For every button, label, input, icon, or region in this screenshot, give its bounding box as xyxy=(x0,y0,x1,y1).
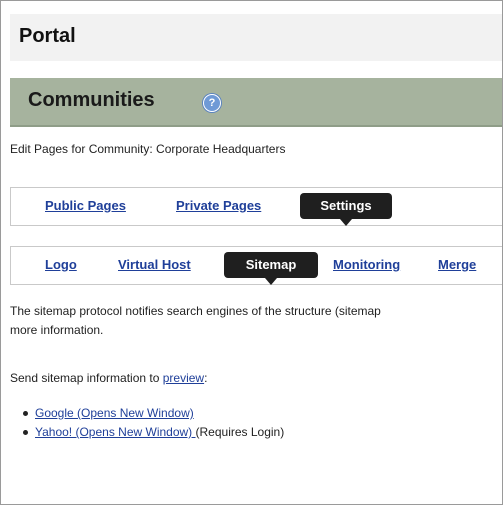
tab-public-pages[interactable]: Public Pages xyxy=(45,198,126,213)
send-prefix: Send sitemap information to xyxy=(10,371,163,385)
communities-header: Communities ? xyxy=(10,78,502,127)
help-icon[interactable]: ? xyxy=(203,94,221,112)
bullet xyxy=(23,411,28,416)
edit-pages-label: Edit Pages for Community: Corporate Head… xyxy=(10,142,286,156)
list-item: Google (Opens New Window) xyxy=(21,404,284,423)
tab-logo[interactable]: Logo xyxy=(45,257,77,272)
portal-window: Portal Communities ? Edit Pages for Comm… xyxy=(0,0,503,505)
description-line-2: more information. xyxy=(10,323,104,337)
portal-title: Portal xyxy=(19,25,76,47)
tab-private-pages[interactable]: Private Pages xyxy=(176,198,261,213)
send-suffix: : xyxy=(204,371,208,385)
tab-virtual-host[interactable]: Virtual Host xyxy=(118,257,191,272)
requires-login-note: (Requires Login) xyxy=(195,425,285,439)
search-engine-list: Google (Opens New Window) Yahoo! (Opens … xyxy=(21,404,284,442)
tab-sitemap[interactable]: Sitemap xyxy=(224,252,318,285)
tab-monitoring[interactable]: Monitoring xyxy=(333,257,400,272)
send-sitemap-text: Send sitemap information to preview: xyxy=(10,371,207,385)
list-item: Yahoo! (Opens New Window) (Requires Logi… xyxy=(21,423,284,442)
page-tabs: Public Pages Private Pages Settings xyxy=(10,187,502,226)
settings-tabs: Logo Virtual Host Sitemap Monitoring Mer… xyxy=(10,246,502,285)
description-line-1: The sitemap protocol notifies search eng… xyxy=(10,304,381,318)
google-link[interactable]: Google (Opens New Window) xyxy=(35,406,194,420)
portal-header: Portal xyxy=(10,14,502,61)
sitemap-description: The sitemap protocol notifies search eng… xyxy=(10,302,500,340)
communities-title: Communities xyxy=(28,89,155,111)
yahoo-link[interactable]: Yahoo! (Opens New Window) xyxy=(35,425,196,439)
preview-link[interactable]: preview xyxy=(163,371,204,385)
tab-merge[interactable]: Merge xyxy=(438,257,476,272)
bullet xyxy=(23,430,28,435)
tab-settings[interactable]: Settings xyxy=(300,193,392,226)
